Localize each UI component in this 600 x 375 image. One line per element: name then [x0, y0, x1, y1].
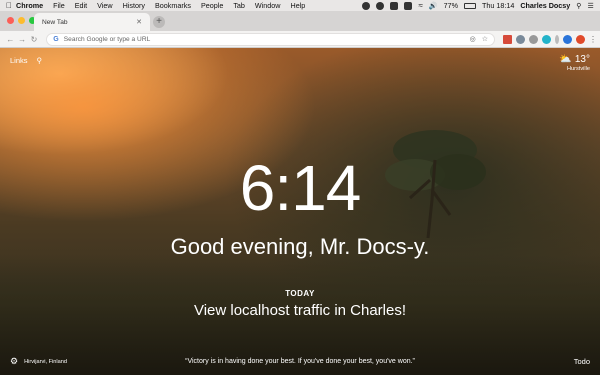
menu-user[interactable]: Charles Docsy — [520, 1, 570, 10]
back-icon[interactable]: ← — [5, 35, 16, 44]
menu-clock[interactable]: Thu 18:14 — [482, 1, 514, 10]
notification-center-icon[interactable]: ☰ — [588, 1, 594, 10]
menu-edit[interactable]: Edit — [75, 1, 87, 10]
extension-teal-icon[interactable] — [541, 34, 551, 44]
extension-face-icon[interactable] — [528, 34, 538, 44]
menu-people[interactable]: People — [201, 1, 223, 10]
extension-shield-icon[interactable] — [575, 34, 585, 44]
address-placeholder: Search Google or type a URL — [63, 35, 151, 43]
minimize-window-button[interactable] — [18, 17, 25, 24]
window-controls — [7, 17, 36, 24]
menu-history[interactable]: History — [123, 1, 145, 10]
status-extension-icon[interactable] — [404, 1, 413, 10]
weather-widget[interactable]: ⛅ 13° Hurstville — [559, 54, 590, 72]
menu-file[interactable]: File — [53, 1, 65, 10]
today-focus[interactable]: View localhost traffic in Charles! — [0, 302, 600, 319]
menu-tab[interactable]: Tab — [233, 1, 245, 10]
new-tab-button[interactable]: + — [153, 16, 165, 28]
links-menu[interactable]: Links ⚲ — [10, 56, 42, 65]
close-tab-icon[interactable]: ✕ — [136, 18, 142, 26]
reload-icon[interactable]: ↻ — [29, 35, 40, 44]
search-icon[interactable]: ⚲ — [37, 56, 43, 65]
menu-window[interactable]: Window — [255, 1, 281, 10]
spotlight-icon[interactable]: ⚲ — [576, 1, 581, 10]
daily-quote: “Victory is in having done your best. If… — [185, 358, 415, 365]
status-record-icon[interactable] — [362, 1, 371, 10]
partly-cloudy-icon: ⛅ — [559, 54, 572, 65]
extension-tool-icon[interactable] — [515, 34, 525, 44]
browser-toolbar: ← → ↻ G Search Google or type a URL ◎ ☆ … — [0, 31, 600, 48]
volume-icon[interactable]: 🔊 — [429, 2, 438, 10]
battery-percent[interactable]: 77% — [444, 1, 458, 10]
extension-profile-icon[interactable] — [562, 34, 572, 44]
forward-icon[interactable]: → — [17, 35, 28, 44]
menu-bookmarks[interactable]: Bookmarks — [155, 1, 191, 10]
tab-title: New Tab — [42, 18, 68, 26]
bookmark-star-icon[interactable]: ☆ — [482, 35, 488, 43]
status-window-icon[interactable] — [390, 1, 399, 10]
tab-new-tab[interactable]: New Tab ✕ — [34, 13, 150, 31]
macos-menu-bar:  Chrome File Edit View History Bookmark… — [0, 0, 600, 11]
links-label[interactable]: Links — [10, 56, 28, 65]
weather-location: Hurstville — [566, 66, 590, 72]
extensions-bar: ⋮ — [502, 34, 597, 44]
extension-calendar-icon[interactable] — [502, 34, 512, 44]
weather-temp: 13° — [574, 54, 590, 65]
status-area: ≈ 🔊 77% Thu 18:14 Charles Docsy ⚲ ☰ — [362, 1, 594, 10]
clock: 6:14 — [239, 152, 362, 224]
location-target-icon[interactable]: ◎ — [470, 35, 476, 43]
menu-app-name[interactable]: Chrome — [16, 1, 43, 10]
close-window-button[interactable] — [7, 17, 14, 24]
address-bar[interactable]: G Search Google or type a URL ◎ ☆ — [46, 32, 495, 46]
wifi-icon[interactable]: ≈ — [418, 1, 422, 10]
extension-menu-icon[interactable] — [554, 34, 559, 44]
chrome-menu-icon[interactable]: ⋮ — [589, 35, 597, 44]
tab-strip: New Tab ✕ + — [0, 11, 600, 31]
today-label: TODAY — [285, 289, 315, 298]
greeting: Good evening, Mr. Docs-y. — [170, 234, 430, 259]
apple-icon[interactable]:  — [6, 1, 16, 10]
google-icon: G — [53, 35, 59, 43]
menu-view[interactable]: View — [97, 1, 112, 10]
footer-bar: ⚙ Hirvijarvi, Finland “Victory is in hav… — [0, 356, 600, 367]
status-app-icon[interactable] — [376, 1, 385, 10]
momentum-new-tab-page: Links ⚲ ⛅ 13° Hurstville 6:14 Good eveni… — [0, 48, 600, 375]
battery-icon[interactable] — [463, 2, 476, 9]
menu-help[interactable]: Help — [291, 1, 306, 10]
